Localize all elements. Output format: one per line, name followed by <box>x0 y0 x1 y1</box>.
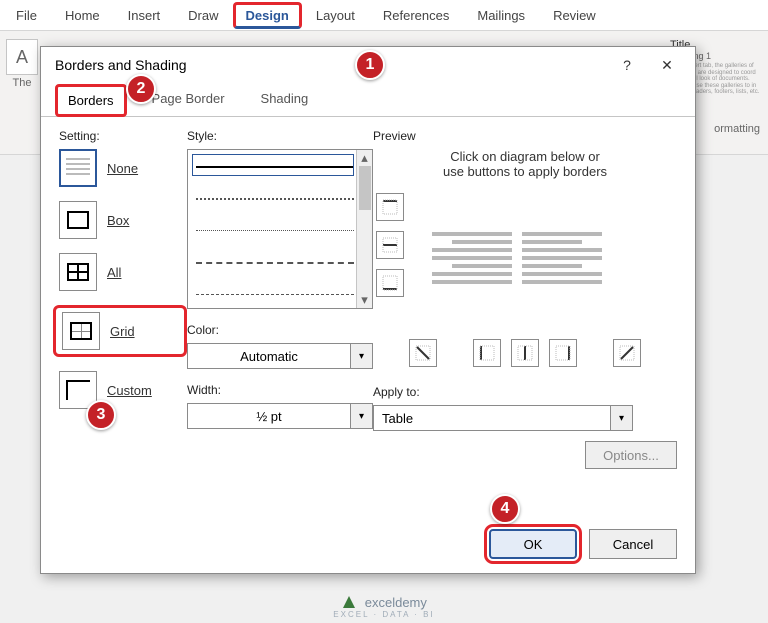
apply-to-label: Apply to: <box>373 385 677 399</box>
width-label: Width: <box>187 383 373 397</box>
preview-canvas[interactable] <box>417 193 617 323</box>
setting-grid[interactable]: Grid <box>53 305 187 357</box>
custom-text: Custom <box>107 383 152 398</box>
width-value: ½ pt <box>187 403 351 429</box>
preview-column: Preview Click on diagram below or use bu… <box>373 129 677 525</box>
border-middle-h-button[interactable] <box>376 231 404 259</box>
badge-4: 4 <box>490 494 520 524</box>
tab-mailings[interactable]: Mailings <box>463 2 539 29</box>
color-value: Automatic <box>187 343 351 369</box>
watermark-sub: EXCEL · DATA · BI <box>0 610 768 619</box>
dialog-footer: OK Cancel <box>489 529 677 559</box>
setting-box[interactable]: Box <box>59 201 187 239</box>
the-label: The <box>13 77 32 89</box>
apply-to-combo[interactable]: Table ▾ <box>373 405 633 431</box>
ok-button[interactable]: OK <box>489 529 577 559</box>
watermark-brand: exceldemy <box>365 595 427 610</box>
box-icon <box>59 201 97 239</box>
tab-home[interactable]: Home <box>51 2 114 29</box>
preview-label: Preview <box>373 129 677 143</box>
badge-3: 3 <box>86 400 116 430</box>
tab-layout[interactable]: Layout <box>302 2 369 29</box>
all-text: All <box>107 265 121 280</box>
border-bottom-button[interactable] <box>376 269 404 297</box>
help-button[interactable]: ? <box>607 49 647 81</box>
border-top-button[interactable] <box>376 193 404 221</box>
scroll-up-icon[interactable]: ▴ <box>361 150 368 166</box>
scroll-down-icon[interactable]: ▾ <box>361 292 368 308</box>
border-left-button[interactable] <box>473 339 501 367</box>
tab-shading[interactable]: Shading <box>250 84 320 117</box>
preview-hint: Click on diagram below or use buttons to… <box>373 149 677 179</box>
tab-review[interactable]: Review <box>539 2 610 29</box>
setting-none[interactable]: None <box>59 149 187 187</box>
tab-borders[interactable]: Borders <box>55 84 127 117</box>
watermark-icon <box>341 594 357 610</box>
width-dropdown-icon[interactable]: ▾ <box>351 403 373 429</box>
dialog-title: Borders and Shading <box>55 57 607 73</box>
all-icon <box>59 253 97 291</box>
badge-2: 2 <box>126 74 156 104</box>
grid-text: Grid <box>110 324 135 339</box>
style-column: Style: ▴ ▾ Color: Automatic ▾ <box>187 129 373 525</box>
width-combo[interactable]: ½ pt ▾ <box>187 403 373 429</box>
grid-icon <box>62 312 100 350</box>
color-label: Color: <box>187 323 373 337</box>
setting-all[interactable]: All <box>59 253 187 291</box>
apply-to-dropdown-icon[interactable]: ▾ <box>611 405 633 431</box>
setting-column: Setting: None Box All Grid Custom <box>59 129 187 525</box>
setting-custom[interactable]: Custom <box>59 371 187 409</box>
close-button[interactable]: ✕ <box>647 49 687 81</box>
border-diag-up-button[interactable] <box>613 339 641 367</box>
style-selection <box>192 154 354 176</box>
none-text: None <box>107 161 138 176</box>
setting-label: Setting: <box>59 129 187 143</box>
font-style-thumb[interactable]: A <box>6 39 38 75</box>
border-right-button[interactable] <box>549 339 577 367</box>
apply-to-value: Table <box>373 405 611 431</box>
tab-design[interactable]: Design <box>233 2 302 29</box>
color-combo[interactable]: Automatic ▾ <box>187 343 373 369</box>
border-middle-v-button[interactable] <box>511 339 539 367</box>
options-button[interactable]: Options... <box>585 441 677 469</box>
border-diag-down-button[interactable] <box>409 339 437 367</box>
style-label: Style: <box>187 129 373 143</box>
ribbon-tabs: File Home Insert Draw Design Layout Refe… <box>0 0 768 31</box>
color-dropdown-icon[interactable]: ▾ <box>351 343 373 369</box>
none-icon <box>59 149 97 187</box>
watermark: exceldemy EXCEL · DATA · BI <box>0 594 768 619</box>
box-text: Box <box>107 213 129 228</box>
clear-formatting-partial[interactable]: ormatting <box>714 123 760 135</box>
style-scrollbar[interactable]: ▴ ▾ <box>356 150 372 308</box>
borders-shading-dialog: Borders and Shading ? ✕ Borders Page Bor… <box>40 46 696 574</box>
scroll-thumb[interactable] <box>359 166 371 210</box>
badge-1: 1 <box>355 50 385 80</box>
style-list[interactable]: ▴ ▾ <box>187 149 373 309</box>
cancel-button[interactable]: Cancel <box>589 529 677 559</box>
tab-draw[interactable]: Draw <box>174 2 232 29</box>
tab-file[interactable]: File <box>2 2 51 29</box>
preview-box <box>373 193 677 323</box>
tab-insert[interactable]: Insert <box>114 2 175 29</box>
tab-references[interactable]: References <box>369 2 463 29</box>
